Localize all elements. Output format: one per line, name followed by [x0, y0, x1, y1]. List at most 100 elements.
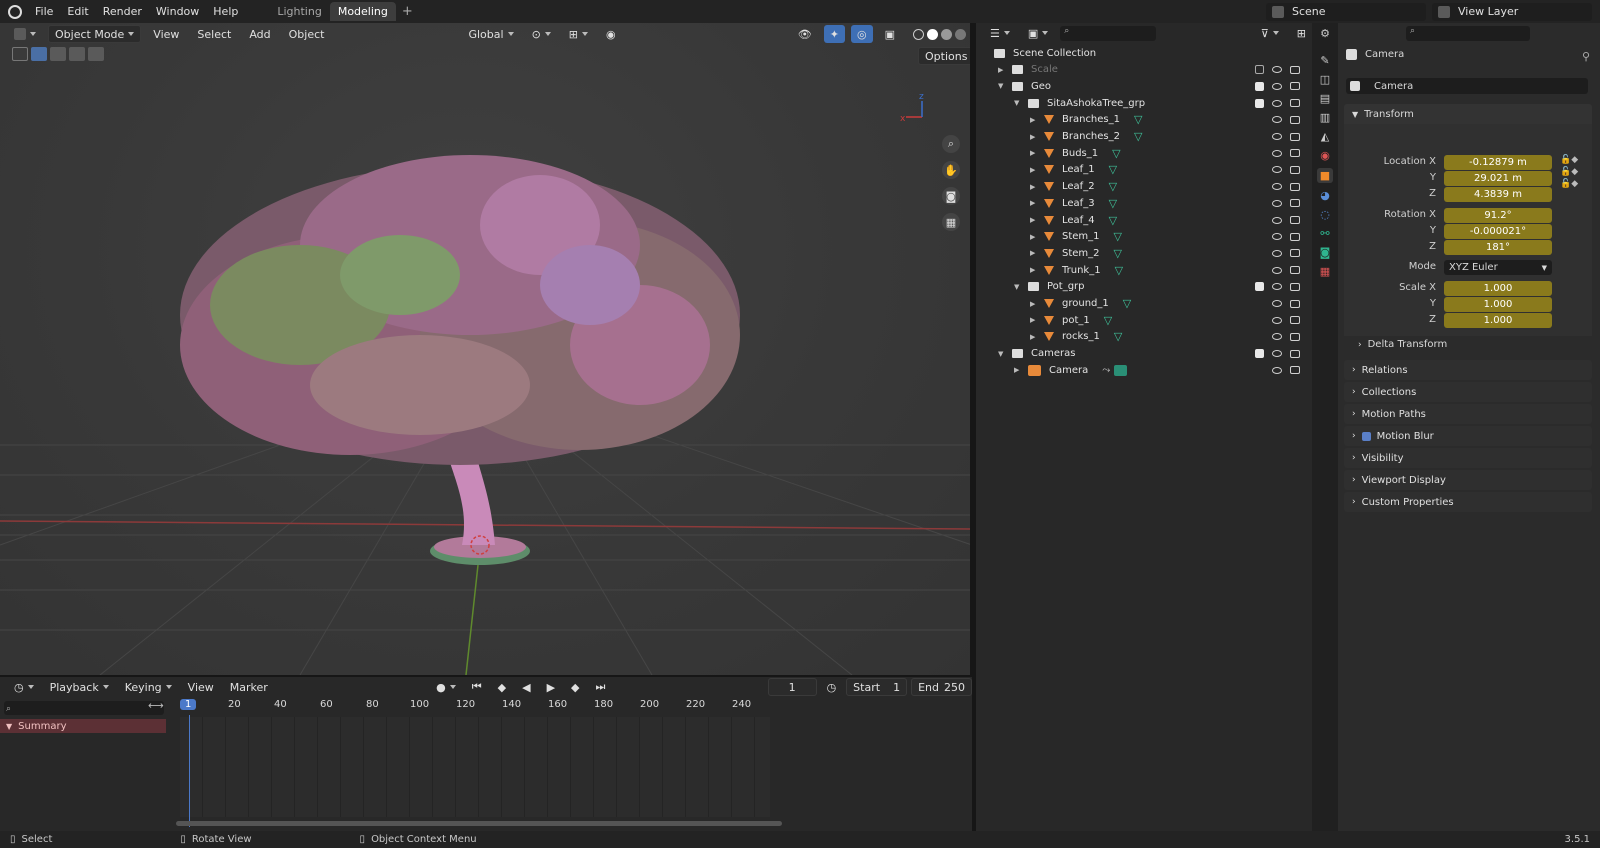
eye-icon[interactable] — [1272, 249, 1282, 257]
outliner-row[interactable]: ▶ rocks_1 ▽ — [976, 329, 1312, 345]
mesh-data-icon[interactable]: ▽ — [1123, 297, 1131, 310]
render-camera-icon[interactable] — [1290, 366, 1300, 375]
prev-keyframe-icon[interactable]: ◆ — [492, 678, 512, 696]
expand-right-icon[interactable]: ▶ — [1030, 116, 1040, 124]
menu-timeline-view[interactable]: View — [182, 678, 220, 696]
eye-icon[interactable] — [1272, 350, 1282, 358]
render-camera-icon[interactable] — [1290, 232, 1300, 241]
scene-selector[interactable]: Scene — [1266, 2, 1426, 21]
orientation-selector[interactable]: Global — [462, 25, 519, 43]
location-y-field[interactable]: 29.021 m — [1444, 171, 1552, 186]
expand-right-icon[interactable]: ▶ — [1030, 266, 1040, 274]
shading-modes[interactable] — [907, 25, 970, 43]
lock-icon[interactable]: 🔓◆ — [1560, 167, 1578, 177]
motion-blur-checkbox[interactable] — [1361, 431, 1371, 441]
outliner-row[interactable]: ▼ SitaAshokaTree_grp — [976, 95, 1312, 111]
eye-icon[interactable] — [1272, 233, 1282, 241]
end-frame-field[interactable]: End 250 — [911, 678, 973, 696]
proportional-edit-icon[interactable]: ◉ — [600, 25, 622, 43]
outliner-row[interactable]: ▶ Trunk_1 ▽ — [976, 262, 1312, 278]
expand-right-icon[interactable]: ▶ — [1030, 133, 1040, 141]
timeline-search[interactable]: ⌕ — [4, 701, 164, 715]
overlays-icon[interactable]: ◎ — [850, 25, 873, 43]
outliner-row[interactable]: ▶ Leaf_1 ▽ — [976, 162, 1312, 178]
blender-logo-icon[interactable] — [8, 4, 22, 19]
menu-edit[interactable]: Edit — [60, 5, 95, 18]
render-camera-icon[interactable] — [1290, 332, 1300, 341]
mesh-data-icon[interactable]: ▽ — [1109, 163, 1117, 176]
expand-down-icon[interactable]: ▼ — [998, 82, 1008, 90]
new-collection-icon[interactable]: ⊞ — [1291, 24, 1312, 42]
editor-type-button[interactable] — [8, 25, 42, 43]
outliner-row[interactable]: ▶ Stem_1 ▽ — [976, 229, 1312, 245]
menu-keying[interactable]: Keying — [119, 678, 178, 696]
current-frame-field[interactable]: 1 — [767, 678, 817, 696]
expand-right-icon[interactable]: ▶ — [1014, 366, 1024, 374]
mesh-data-icon[interactable]: ▽ — [1109, 180, 1117, 193]
output-tab-icon[interactable]: ▤ — [1320, 92, 1330, 105]
frame-ruler[interactable]: 1 20 40 60 80 100 120 140 160 180 200 22… — [170, 697, 788, 715]
expand-right-icon[interactable]: ▶ — [1030, 249, 1040, 257]
expand-down-icon[interactable]: ▼ — [1014, 99, 1024, 107]
expand-right-icon[interactable]: ▶ — [1030, 166, 1040, 174]
eye-icon[interactable] — [1272, 333, 1282, 341]
constraints-tab-icon[interactable]: ⚯ — [1320, 227, 1329, 240]
eye-icon[interactable] — [1272, 316, 1282, 324]
scale-x-field[interactable]: 1.000 — [1444, 281, 1552, 296]
swap-icon[interactable]: ⟷ — [148, 699, 164, 712]
menu-render[interactable]: Render — [96, 5, 149, 18]
view-layer-tab-icon[interactable]: ▥ — [1320, 111, 1330, 124]
snap-icon[interactable]: ⊞ — [563, 25, 594, 43]
pivot-icon[interactable]: ⊙ — [526, 25, 557, 43]
playhead[interactable] — [189, 715, 190, 827]
panel-motion-blur[interactable]: › Motion Blur — [1344, 426, 1592, 446]
expand-right-icon[interactable]: ▶ — [1030, 316, 1040, 324]
keyframe-area[interactable] — [180, 717, 770, 817]
rotation-mode-dropdown[interactable]: XYZ Euler ▼ — [1444, 260, 1552, 275]
eye-icon[interactable] — [1272, 183, 1282, 191]
object-name-field[interactable]: Camera — [1346, 78, 1588, 94]
gizmo-icon[interactable]: ✦ — [823, 25, 845, 43]
transform-panel-header[interactable]: ▼ Transform — [1344, 104, 1592, 124]
camera-data-block-icon[interactable] — [1114, 364, 1128, 376]
menu-help[interactable]: Help — [206, 5, 245, 18]
render-camera-icon[interactable] — [1290, 99, 1300, 108]
render-camera-icon[interactable] — [1290, 149, 1300, 158]
expand-down-icon[interactable]: ▼ — [998, 350, 1008, 358]
render-camera-icon[interactable] — [1290, 182, 1300, 191]
zoom-icon[interactable]: ⌕ — [942, 135, 960, 153]
render-camera-icon[interactable] — [1290, 199, 1300, 208]
perspective-toggle-icon[interactable]: ▦ — [942, 213, 960, 231]
render-camera-icon[interactable] — [1290, 299, 1300, 308]
expand-right-icon[interactable]: ▶ — [1030, 199, 1040, 207]
exclude-checkbox[interactable] — [1255, 98, 1264, 108]
menu-add[interactable]: Add — [243, 25, 276, 43]
expand-right-icon[interactable]: ▶ — [1030, 216, 1040, 224]
jump-end-icon[interactable]: ⏭ — [590, 678, 612, 696]
view-layer-selector[interactable]: View Layer — [1432, 2, 1592, 21]
expand-right-icon[interactable]: ▶ — [998, 66, 1008, 74]
mesh-data-icon[interactable]: ▽ — [1104, 314, 1112, 327]
stopwatch-icon[interactable]: ◷ — [821, 678, 843, 696]
eye-icon[interactable] — [1272, 82, 1282, 90]
render-camera-icon[interactable] — [1290, 349, 1300, 358]
outliner-row[interactable]: Scene Collection — [976, 45, 1312, 61]
wireframe-shading-icon[interactable] — [913, 28, 924, 40]
outliner-row[interactable]: ▶ Camera ⤳ — [976, 362, 1312, 378]
delta-transform-subpanel[interactable]: › Delta Transform — [1358, 339, 1447, 350]
auto-keying-icon[interactable]: ● — [430, 678, 462, 696]
scale-y-field[interactable]: 1.000 — [1444, 297, 1552, 312]
filter-icon[interactable]: ⊽ — [1255, 24, 1285, 42]
menu-playback[interactable]: Playback — [44, 678, 115, 696]
menu-view[interactable]: View — [147, 25, 185, 43]
material-shading-icon[interactable] — [941, 28, 952, 40]
mesh-data-icon[interactable]: ▽ — [1134, 113, 1142, 126]
outliner-row[interactable]: ▼ Geo — [976, 78, 1312, 94]
rotation-y-field[interactable]: -0.000021° — [1444, 224, 1552, 239]
expand-down-icon[interactable]: ▼ — [1014, 283, 1024, 291]
outliner-row[interactable]: ▼ Pot_grp — [976, 279, 1312, 295]
render-camera-icon[interactable] — [1290, 316, 1300, 325]
expand-right-icon[interactable]: ▶ — [1030, 300, 1040, 308]
menu-marker[interactable]: Marker — [224, 678, 274, 696]
panel-relations[interactable]: › Relations — [1344, 360, 1592, 380]
